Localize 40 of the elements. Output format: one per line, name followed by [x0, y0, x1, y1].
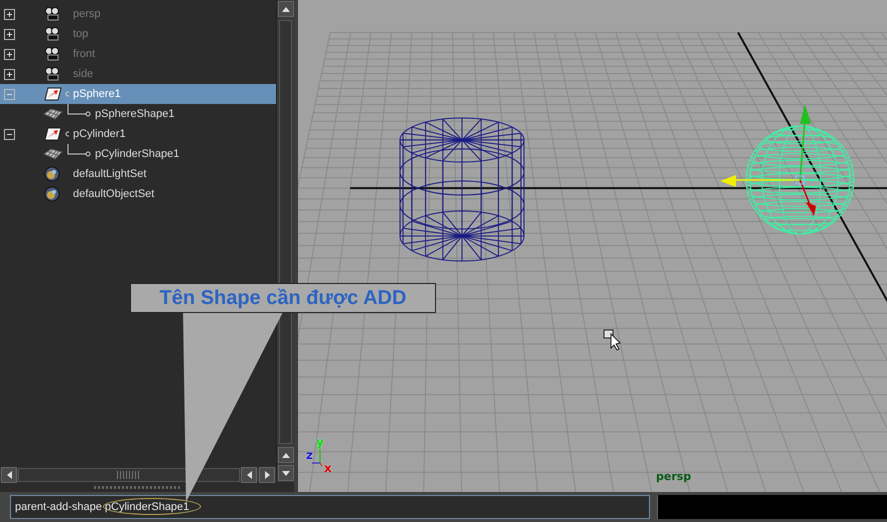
cursor-icon [604, 330, 621, 351]
tree-connector [68, 104, 90, 116]
command-input-field[interactable]: parent-add-shape pCylinderShape1 [10, 495, 650, 519]
scroll-right-button[interactable] [259, 467, 275, 483]
scroll-left-button[interactable] [1, 467, 17, 483]
collapse-toggle[interactable] [4, 128, 14, 140]
scrollbar-thumb[interactable] [117, 471, 141, 479]
outliner-item-label[interactable]: defaultObjectSet [69, 188, 154, 200]
scroll-down-button[interactable] [278, 465, 294, 481]
down-triangle-icon [282, 470, 290, 476]
left-triangle-icon [246, 471, 252, 479]
axis-label: z [306, 449, 313, 461]
outliner-item-label[interactable]: pCylinder1 [69, 128, 126, 140]
mesh-icon [43, 146, 63, 162]
outliner-item-label[interactable]: defaultLightSet [69, 168, 146, 180]
move-manipulator[interactable] [720, 104, 816, 216]
left-triangle-icon [6, 471, 12, 479]
collapse-toggle[interactable] [4, 88, 14, 100]
transform-icon [43, 86, 63, 102]
scroll-up-button[interactable] [278, 1, 294, 17]
tree-connector [68, 144, 90, 156]
resize-grip[interactable] [94, 486, 182, 488]
mesh-icon [43, 106, 63, 122]
axis-triad-icon [312, 448, 322, 466]
scroll-up-button[interactable] [278, 447, 294, 463]
expand-toggle[interactable] [4, 28, 14, 40]
outliner-item-label[interactable]: pCylinderShape1 [91, 148, 180, 160]
axis-label: x [324, 462, 332, 474]
camera-label: persp [656, 470, 692, 483]
callout-text: Tên Shape cần được ADD [130, 283, 436, 313]
axis-label: y [316, 436, 324, 448]
expand-toggle[interactable] [4, 48, 14, 60]
scroll-left-button[interactable] [241, 467, 257, 483]
up-triangle-icon [282, 452, 290, 458]
expand-toggle[interactable] [4, 8, 14, 20]
up-triangle-icon [282, 6, 290, 12]
expand-toggle[interactable] [4, 68, 14, 80]
transform-icon [43, 126, 63, 142]
right-triangle-icon [264, 471, 270, 479]
outliner-item-label[interactable]: pSphereShape1 [91, 108, 175, 120]
